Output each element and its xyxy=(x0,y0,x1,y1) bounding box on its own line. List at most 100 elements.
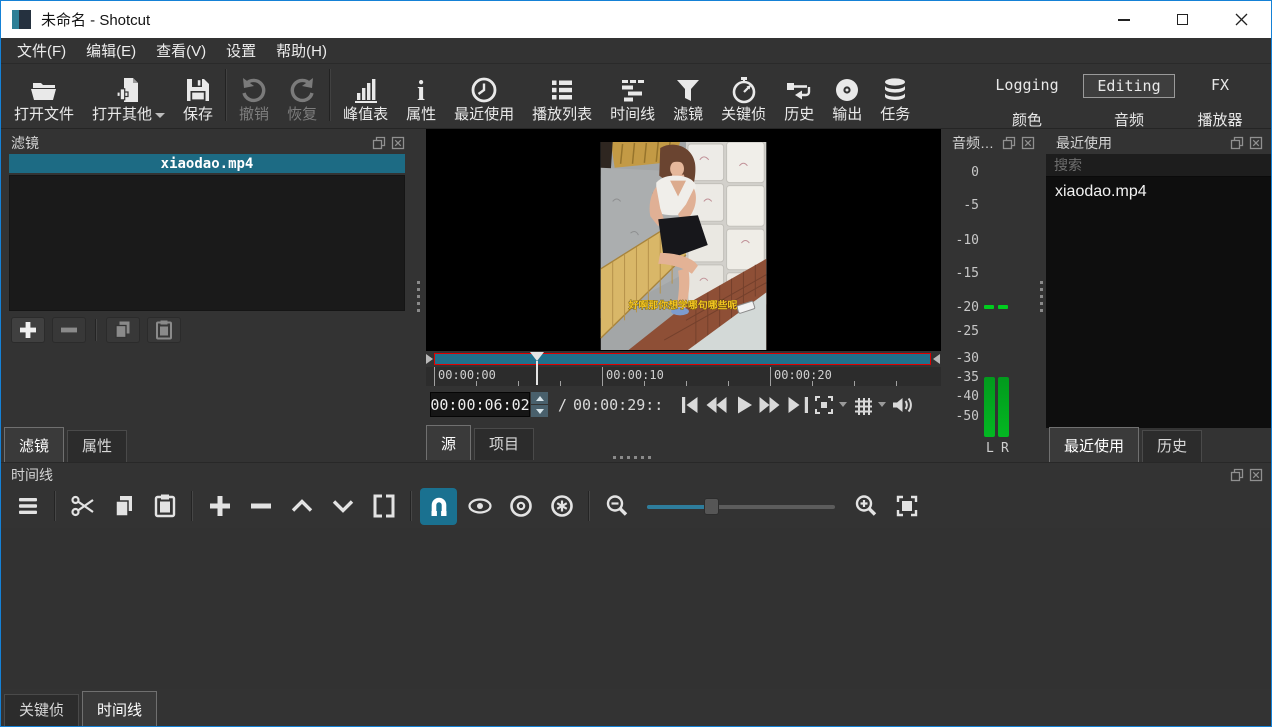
tab-keyframes[interactable]: 关键侦 xyxy=(4,694,79,726)
search-input[interactable] xyxy=(1046,154,1271,177)
layout-editing[interactable]: Editing xyxy=(1083,74,1175,98)
history-button[interactable]: 历史 xyxy=(775,68,823,123)
timeline-menu-button[interactable] xyxy=(9,488,46,525)
fast-forward-button[interactable] xyxy=(756,393,783,417)
out-point-marker-icon[interactable] xyxy=(933,354,940,364)
peak-indicator-left xyxy=(984,305,994,309)
splitter-handle[interactable] xyxy=(613,456,651,459)
playlist-button[interactable]: 播放列表 xyxy=(523,68,601,123)
maximize-button[interactable] xyxy=(1153,1,1212,38)
volume-button[interactable] xyxy=(888,393,915,417)
skip-to-start-button[interactable] xyxy=(675,393,702,417)
add-filter-button[interactable] xyxy=(11,317,45,343)
db-label: -25 xyxy=(946,324,979,339)
grid-dropdown-button[interactable] xyxy=(876,402,888,407)
skip-to-end-button[interactable] xyxy=(783,393,810,417)
zoom-dropdown-button[interactable] xyxy=(837,402,849,407)
lift-button[interactable] xyxy=(283,488,320,525)
current-time-value[interactable]: 00:00:06:02 xyxy=(430,392,530,417)
redo-button[interactable]: 恢复 xyxy=(278,68,326,123)
remove-filter-button[interactable] xyxy=(52,317,86,343)
tab-recent[interactable]: 最近使用 xyxy=(1049,427,1139,462)
float-panel-button[interactable] xyxy=(1002,136,1016,150)
filters-list xyxy=(9,175,405,311)
zoom-fit-toggle-button[interactable] xyxy=(810,393,837,417)
close-panel-button[interactable] xyxy=(1021,136,1035,150)
rewind-button[interactable] xyxy=(702,393,729,417)
filters-button[interactable]: 滤镜 xyxy=(664,68,712,123)
jobs-button[interactable]: 任务 xyxy=(871,68,919,123)
snap-toggle-button[interactable] xyxy=(420,488,457,525)
keyframes-button[interactable]: 关键侦 xyxy=(712,68,775,123)
scrub-while-dragging-button[interactable] xyxy=(461,488,498,525)
toolbar-separator xyxy=(191,491,193,521)
overwrite-button[interactable] xyxy=(324,488,361,525)
ripple-delete-button[interactable] xyxy=(242,488,279,525)
close-panel-button[interactable] xyxy=(391,136,405,150)
append-button[interactable] xyxy=(201,488,238,525)
zoom-out-button[interactable] xyxy=(598,488,635,525)
menu-settings[interactable]: 设置 xyxy=(216,38,266,63)
current-time-spinbox[interactable]: 00:00:06:02 xyxy=(430,392,548,417)
redo-icon xyxy=(288,76,316,104)
paste-filters-button[interactable] xyxy=(147,317,181,343)
tab-project[interactable]: 项目 xyxy=(474,428,534,460)
zoom-fit-button[interactable] xyxy=(888,488,925,525)
in-point-marker-icon[interactable] xyxy=(426,354,433,364)
tab-timeline[interactable]: 时间线 xyxy=(82,691,157,726)
float-panel-button[interactable] xyxy=(1230,136,1244,150)
tab-filters[interactable]: 滤镜 xyxy=(4,427,64,462)
export-button[interactable]: 输出 xyxy=(823,68,871,123)
layout-logging[interactable]: Logging xyxy=(977,74,1077,98)
peak-meter-button[interactable]: 峰值表 xyxy=(334,68,397,123)
zoom-in-button[interactable] xyxy=(847,488,884,525)
timeline-tracks-area[interactable] xyxy=(1,528,1271,689)
float-panel-button[interactable] xyxy=(1230,468,1244,482)
filters-panel: 滤镜 xiaodao.mp4 xyxy=(1,129,413,462)
tab-history[interactable]: 历史 xyxy=(1142,430,1202,462)
cut-button[interactable] xyxy=(64,488,101,525)
layout-fx[interactable]: FX xyxy=(1181,74,1259,98)
selected-clip-bar[interactable]: xiaodao.mp4 xyxy=(9,154,405,173)
close-panel-button[interactable] xyxy=(1249,468,1263,482)
close-panel-icon xyxy=(391,136,405,150)
recent-button[interactable]: 最近使用 xyxy=(445,68,523,123)
tab-properties[interactable]: 属性 xyxy=(67,430,127,462)
playhead-icon xyxy=(530,352,544,361)
list-item[interactable]: xiaodao.mp4 xyxy=(1046,177,1271,205)
grid-button[interactable] xyxy=(849,393,876,417)
menu-edit[interactable]: 编辑(E) xyxy=(76,38,146,63)
slider-handle[interactable] xyxy=(704,498,719,515)
open-other-button[interactable]: 打开其他 xyxy=(83,68,174,123)
save-button[interactable]: 保存 xyxy=(174,68,222,123)
menu-view[interactable]: 查看(V) xyxy=(146,38,216,63)
copy-filters-button[interactable] xyxy=(106,317,140,343)
scrub-bar[interactable] xyxy=(434,353,931,365)
close-button[interactable] xyxy=(1212,1,1271,38)
properties-button[interactable]: i 属性 xyxy=(397,68,445,123)
float-panel-button[interactable] xyxy=(372,136,386,150)
time-spin-up-button[interactable] xyxy=(531,392,548,404)
play-button[interactable] xyxy=(729,393,756,417)
playhead[interactable] xyxy=(530,352,544,386)
video-subtitle: 好啊那你想学哪句哪些呢 xyxy=(628,298,738,311)
timeline-button[interactable]: 时间线 xyxy=(601,68,664,123)
split-button[interactable] xyxy=(365,488,402,525)
menu-file[interactable]: 文件(F) xyxy=(7,38,76,63)
timeline-zoom-slider[interactable] xyxy=(647,498,835,515)
ripple-all-tracks-button[interactable] xyxy=(543,488,580,525)
minimize-button[interactable] xyxy=(1094,1,1153,38)
copy-button[interactable] xyxy=(105,488,142,525)
close-panel-button[interactable] xyxy=(1249,136,1263,150)
ripple-toggle-button[interactable] xyxy=(502,488,539,525)
splitter-handle[interactable] xyxy=(417,281,420,312)
time-ruler[interactable]: 00:00:00 00:00:10 00:00:20 xyxy=(426,367,941,386)
timeline-panel: 时间线 xyxy=(1,462,1271,689)
splitter-handle[interactable] xyxy=(1040,281,1043,312)
open-file-button[interactable]: 打开文件 xyxy=(5,68,83,123)
paste-button[interactable] xyxy=(146,488,183,525)
menu-help[interactable]: 帮助(H) xyxy=(266,38,337,63)
tab-source[interactable]: 源 xyxy=(426,425,471,460)
time-spin-down-button[interactable] xyxy=(531,405,548,417)
undo-button[interactable]: 撤销 xyxy=(230,68,278,123)
